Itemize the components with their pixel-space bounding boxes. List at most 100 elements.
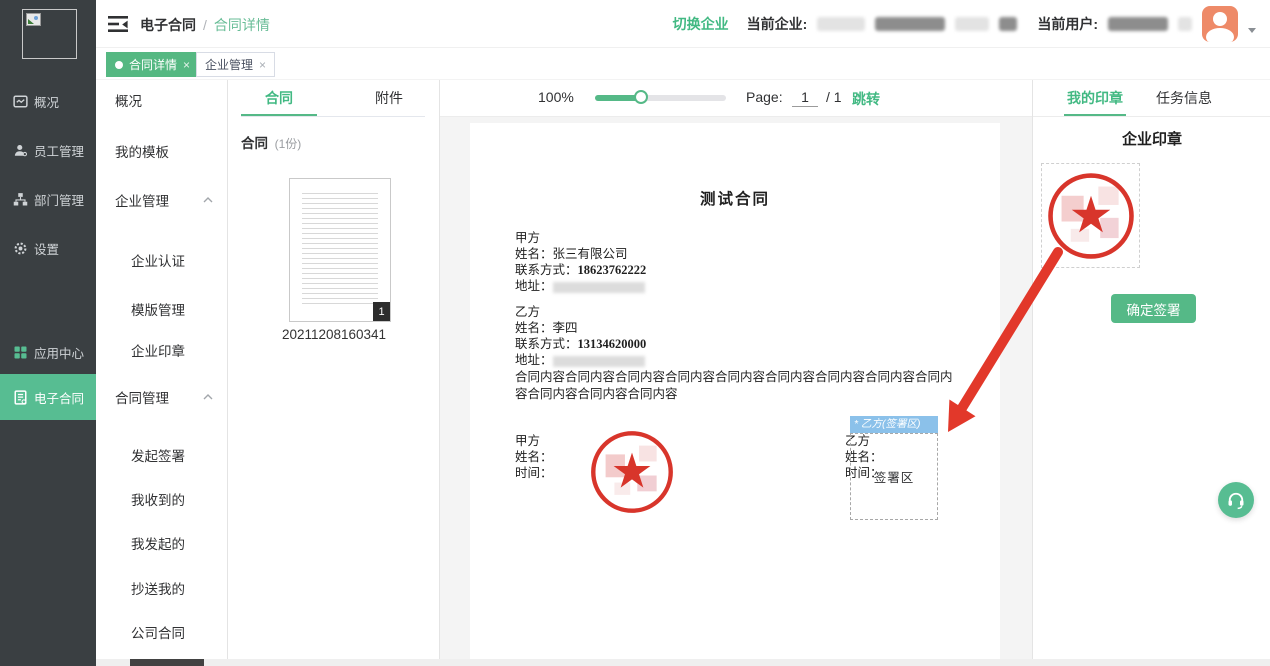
close-icon[interactable]: ×: [259, 58, 266, 72]
redacted-enterprise-name: [999, 17, 1017, 31]
sidebar-item-template-management[interactable]: 模版管理: [96, 295, 227, 323]
current-enterprise-label: 当前企业:: [747, 14, 808, 34]
sidebar-group-enterprise[interactable]: 企业管理: [96, 186, 227, 214]
seal-panel: 我的印章 任务信息 企业印章 确定签署: [1032, 80, 1270, 666]
main-sidebar: 概况 员工管理 部门管理 设置 应用中心 电子合同: [0, 0, 96, 666]
contract-page: 测试合同 甲方 姓名：张三有限公司 联系方式：18623762222 地址： 乙…: [470, 123, 1000, 666]
sidebar-group-contract[interactable]: 合同管理: [96, 383, 227, 411]
headset-icon: [1226, 490, 1246, 510]
sidebar-item-app-center[interactable]: 应用中心: [0, 337, 96, 367]
menu-label: 企业管理: [115, 190, 169, 210]
sidebar-item-label: 应用中心: [34, 343, 84, 362]
tab-enterprise-management[interactable]: 企业管理 ×: [196, 52, 275, 77]
redacted-user-name: [1108, 17, 1168, 31]
broken-image-icon: [26, 13, 41, 26]
sidebar-item-initiated-by-me[interactable]: 我发起的: [96, 529, 227, 557]
menu-label: 我的模板: [115, 141, 169, 161]
tab-contract-detail[interactable]: 合同详情 ×: [106, 52, 199, 77]
open-tabs-bar: 合同详情 × 企业管理 ×: [96, 48, 1270, 80]
horizontal-scrollbar-thumb[interactable]: [130, 659, 204, 666]
menu-label: 抄送我的: [131, 578, 185, 598]
tab-my-seals[interactable]: 我的印章: [1064, 80, 1126, 116]
sidebar-item-settings[interactable]: 设置: [0, 233, 96, 263]
sidebar-item-company-contracts[interactable]: 公司合同: [96, 618, 227, 646]
tab-task-info[interactable]: 任务信息: [1153, 80, 1215, 116]
party-b-address: 地址：: [515, 349, 645, 368]
sign-area-dropzone[interactable]: 签署区: [850, 433, 938, 520]
menu-label: 概况: [115, 90, 142, 110]
zoom-slider-track[interactable]: [595, 95, 726, 101]
sign-area-tag: * 乙方(签署区): [850, 416, 938, 433]
sidebar-item-my-templates[interactable]: 我的模板: [96, 137, 227, 165]
sidebar-item-label: 员工管理: [34, 141, 84, 160]
party-a-address: 地址：: [515, 275, 645, 294]
logo-image: [22, 9, 77, 59]
redacted-enterprise-name: [817, 17, 865, 31]
tab-contract[interactable]: 合同: [241, 80, 317, 116]
document-viewer[interactable]: 测试合同 甲方 姓名：张三有限公司 联系方式：18623762222 地址： 乙…: [440, 117, 1032, 666]
menu-label: 企业印章: [131, 340, 185, 360]
contract-body: 合同内容合同内容合同内容合同内容合同内容合同内容合同内容合同内容合同内容合同内容…: [515, 369, 957, 403]
sidebar-item-enterprise-auth[interactable]: 企业认证: [96, 246, 227, 274]
sidebar-item-received[interactable]: 我收到的: [96, 485, 227, 513]
address-label: 地址：: [515, 279, 553, 293]
page-input[interactable]: [792, 87, 818, 107]
address-label: 地址：: [515, 353, 553, 367]
sidebar-item-enterprise-seal[interactable]: 企业印章: [96, 336, 227, 364]
confirm-sign-button[interactable]: 确定签署: [1111, 294, 1196, 323]
sidebar-item-overview2[interactable]: 概况: [96, 86, 227, 114]
sidebar-item-e-contract[interactable]: 电子合同: [0, 374, 96, 420]
redacted-address: [553, 356, 645, 367]
menu-label: 合同管理: [115, 387, 169, 407]
enterprise-seal-title: 企业印章: [1033, 128, 1270, 149]
breadcrumb-separator: /: [203, 17, 207, 33]
chevron-up-icon: [203, 394, 213, 400]
settings-icon: [13, 241, 28, 256]
sign-area-placeholder: 签署区: [874, 467, 915, 486]
sidebar-item-label: 概况: [34, 92, 59, 111]
close-icon[interactable]: ×: [183, 58, 190, 72]
collapse-menu-button[interactable]: [108, 15, 128, 33]
chevron-down-icon[interactable]: [1248, 28, 1256, 33]
page-thumbnail[interactable]: 1: [289, 178, 391, 322]
breadcrumb-root[interactable]: 电子合同: [140, 17, 196, 33]
header-right-group: 切换企业 当前企业: 当前用户:: [673, 0, 1256, 48]
sidebar-item-departments[interactable]: 部门管理: [0, 184, 96, 214]
page-number-badge: 1: [373, 302, 390, 321]
sidebar-item-cc-to-me[interactable]: 抄送我的: [96, 574, 227, 602]
jump-button[interactable]: 跳转: [852, 89, 880, 109]
thumbnail-text-preview: [302, 193, 378, 307]
redacted-address: [553, 282, 645, 293]
switch-enterprise-link[interactable]: 切换企业: [673, 14, 729, 34]
sidebar-item-label: 设置: [34, 239, 59, 258]
enterprise-seal-image: [1045, 170, 1137, 262]
page-label: Page:: [746, 89, 783, 105]
seal-panel-tabs: 我的印章 任务信息: [1033, 80, 1270, 117]
user-avatar[interactable]: [1202, 6, 1238, 42]
departments-icon: [13, 192, 28, 207]
module-sidebar: 概况 我的模板 企业管理 企业认证 模版管理 企业印章 合同管理 发起签署 我收…: [96, 80, 228, 666]
menu-label: 发起签署: [131, 445, 185, 465]
menu-label: 模版管理: [131, 299, 185, 319]
breadcrumb: 电子合同 / 合同详情: [140, 15, 270, 35]
sidebar-item-employees[interactable]: 员工管理: [0, 135, 96, 165]
enterprise-seal-item[interactable]: [1041, 163, 1140, 268]
menu-label: 公司合同: [131, 622, 185, 642]
overview-icon: [13, 94, 28, 109]
customer-support-button[interactable]: [1218, 482, 1254, 518]
sidebar-item-initiate-sign[interactable]: 发起签署: [96, 441, 227, 469]
e-contract-icon: [13, 390, 28, 405]
contract-title: 测试合同: [470, 187, 1000, 209]
active-tab-dot-icon: [115, 61, 123, 69]
viewer-toolbar: 100% Page: / 1 跳转: [440, 80, 1032, 117]
sidebar-item-overview[interactable]: 概况: [0, 86, 96, 116]
contract-count-title: 合同: [241, 136, 268, 151]
breadcrumb-current: 合同详情: [214, 17, 270, 33]
current-user-label: 当前用户:: [1037, 14, 1098, 34]
tab-attachment[interactable]: 附件: [351, 80, 427, 116]
party-a-company-seal: [588, 428, 676, 516]
employees-icon: [13, 143, 28, 158]
zoom-slider-handle[interactable]: [634, 90, 648, 104]
sidebar-item-label: 部门管理: [34, 190, 84, 209]
horizontal-scrollbar[interactable]: [96, 659, 1270, 666]
